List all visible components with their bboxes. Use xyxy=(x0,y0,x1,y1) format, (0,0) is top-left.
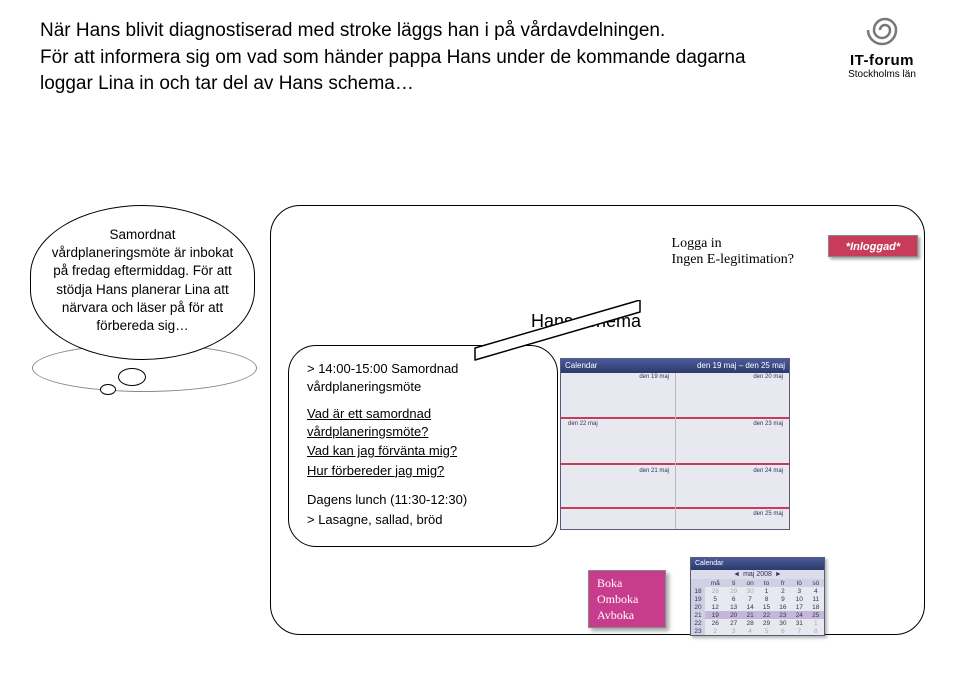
logo: IT-forum Stockholms län xyxy=(827,10,937,80)
intro-line-1: När Hans blivit diagnostiserad med strok… xyxy=(40,20,665,41)
book-link[interactable]: Boka xyxy=(597,575,657,591)
month-cal-title: Calendar xyxy=(691,558,824,570)
week-cal-range: den 19 maj – den 25 maj xyxy=(697,359,785,373)
faq-link-2[interactable]: Vad kan jag förvänta mig? xyxy=(307,443,457,458)
panel-title: Hans schema xyxy=(531,311,641,332)
logged-in-badge: *Inloggad* xyxy=(828,235,918,257)
callout-appt: > 14:00-15:00 Samordnad vårdplaneringsmö… xyxy=(307,360,539,395)
lunch-title: Dagens lunch (11:30-12:30) xyxy=(307,491,539,509)
week-cal-title: Calendar xyxy=(565,359,597,373)
month-cal-grid: måtiontofrlösö 1828293012341956789101120… xyxy=(691,579,824,635)
page-intro: När Hans blivit diagnostiserad med strok… xyxy=(40,18,790,98)
thought-bubble: Samordnat vårdplaneringsmöte är inbokat … xyxy=(30,205,255,360)
login-area: Logga in Ingen E-legitimation? xyxy=(672,236,794,268)
rebook-link[interactable]: Omboka xyxy=(597,591,657,607)
no-eid-link[interactable]: Ingen E-legitimation? xyxy=(672,252,794,268)
spiral-icon xyxy=(827,10,937,50)
booking-box: Boka Omboka Avboka xyxy=(588,570,666,628)
faq-link-3[interactable]: Hur förbereder jag mig? xyxy=(307,463,444,478)
intro-line-2: För att informera sig om vad som händer … xyxy=(40,47,746,95)
lunch-menu: > Lasagne, sallad, bröd xyxy=(307,511,539,529)
faq-link-1[interactable]: Vad är ett samordnad vårdplaneringsmöte? xyxy=(307,406,431,439)
schema-callout: > 14:00-15:00 Samordnad vårdplaneringsmö… xyxy=(288,345,558,547)
thought-tail-icon xyxy=(100,384,116,395)
logo-subtitle: Stockholms län xyxy=(827,69,937,80)
week-calendar[interactable]: Calendar den 19 maj – den 25 maj den 19 … xyxy=(560,358,790,530)
month-calendar[interactable]: Calendar ◄ maj 2008 ► måtiontofrlösö 182… xyxy=(690,557,825,636)
cancel-link[interactable]: Avboka xyxy=(597,607,657,623)
next-month-icon[interactable]: ► xyxy=(775,571,782,578)
login-link[interactable]: Logga in xyxy=(672,236,794,252)
month-cal-nav[interactable]: ◄ maj 2008 ► xyxy=(691,570,824,579)
month-label: maj 2008 xyxy=(743,571,772,578)
week-cal-grid: den 19 maj den 20 maj den 22 maj den 23 … xyxy=(561,373,789,529)
logo-title: IT-forum xyxy=(827,52,937,69)
prev-month-icon[interactable]: ◄ xyxy=(733,571,740,578)
thought-tail-icon xyxy=(118,368,146,386)
